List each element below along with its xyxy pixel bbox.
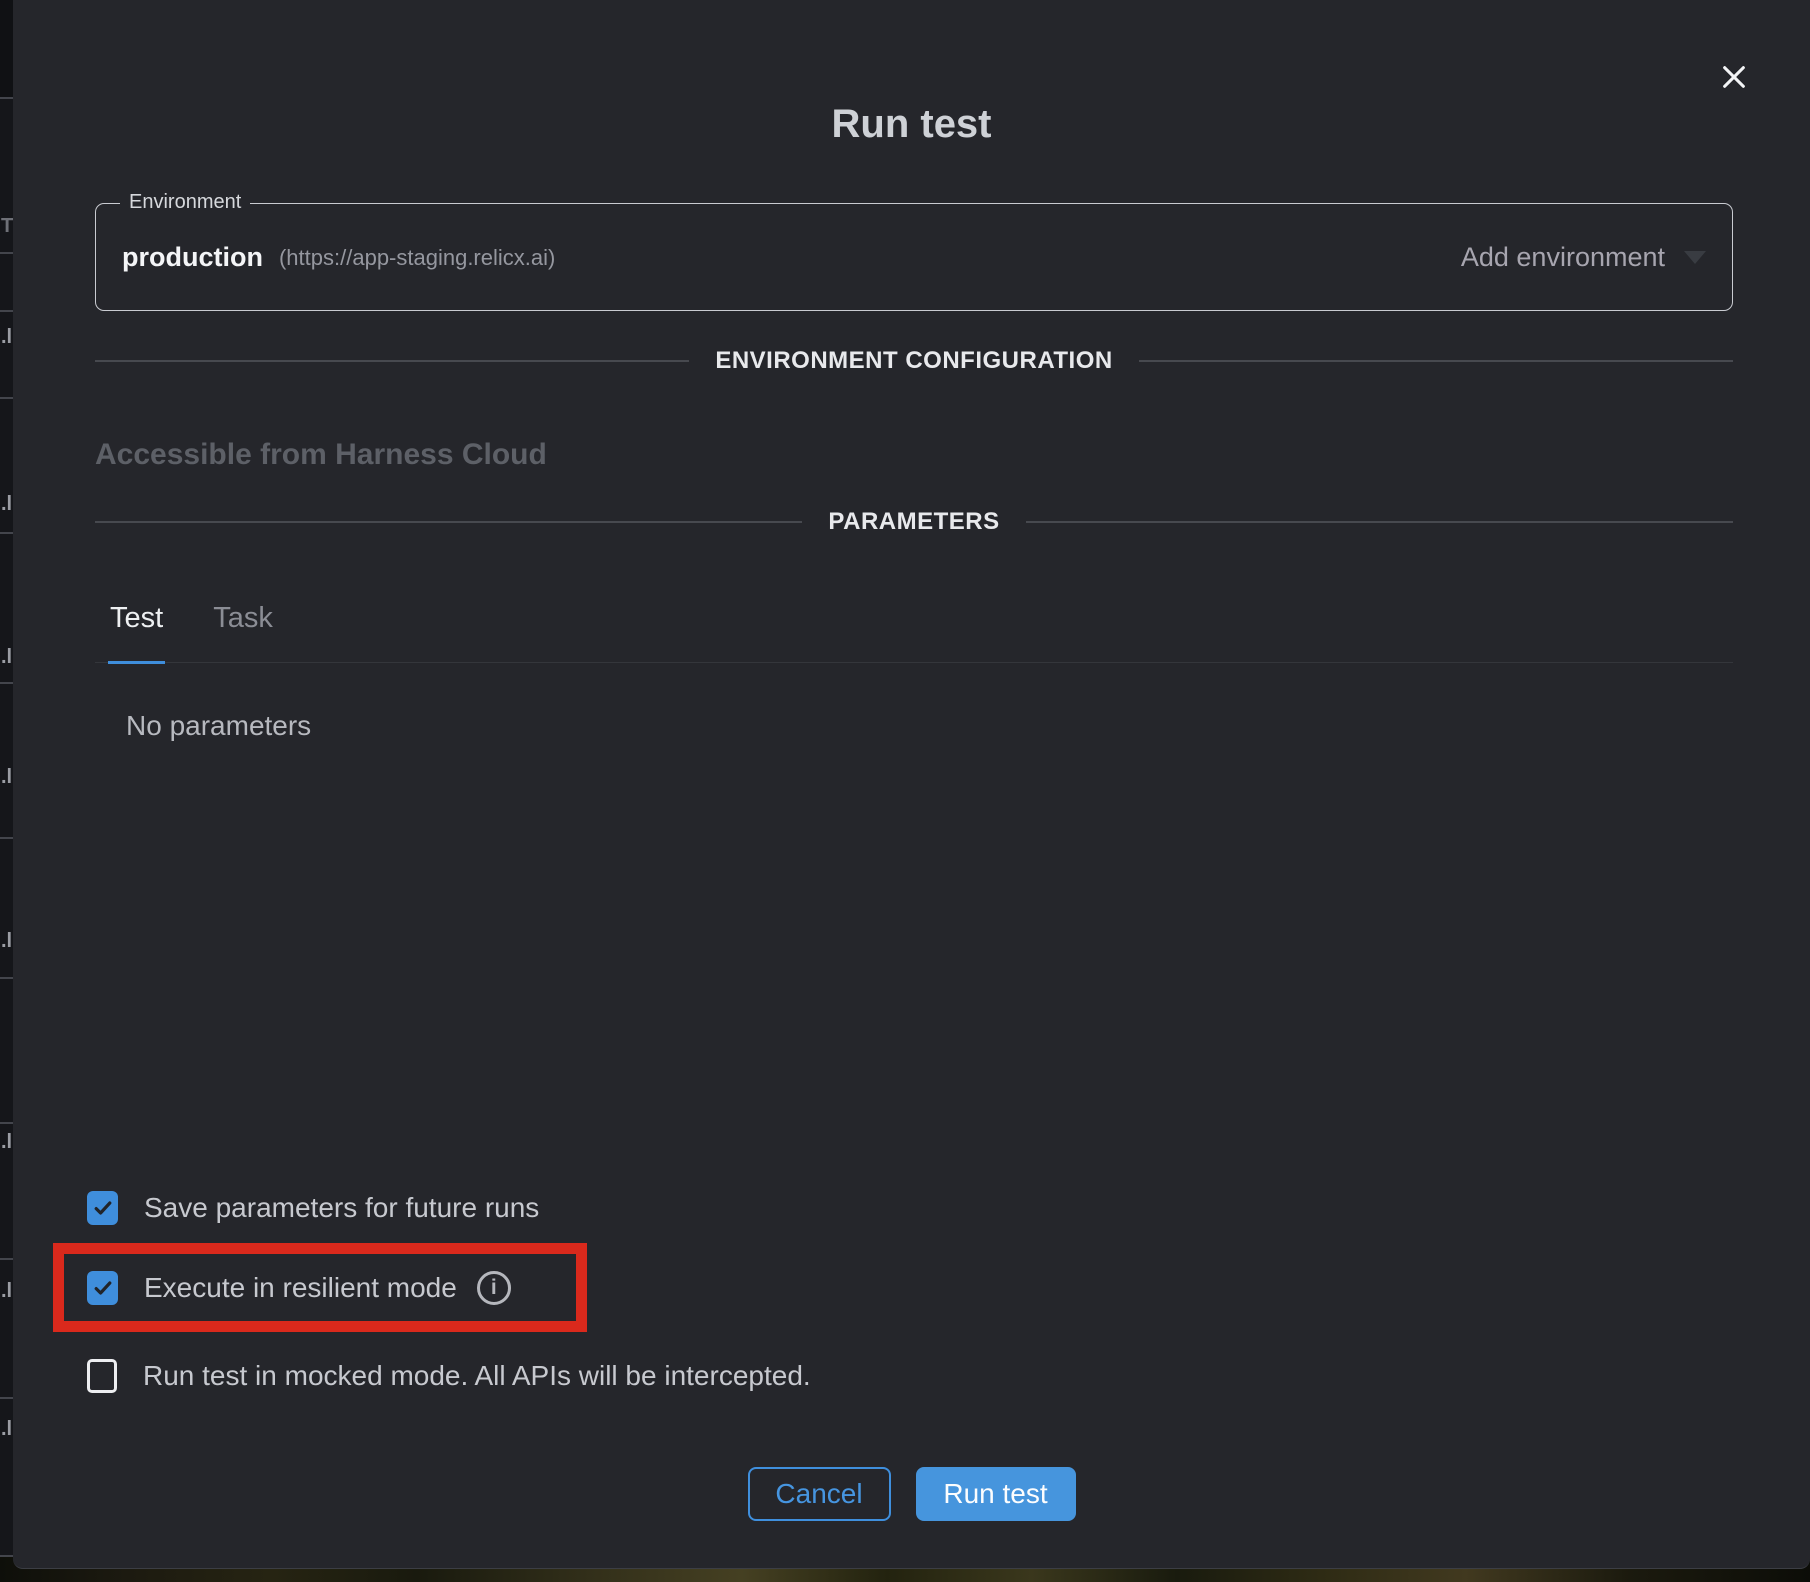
underlay-text-fragment: .l( bbox=[1, 1280, 13, 1303]
tab-task[interactable]: Task bbox=[211, 600, 275, 664]
environment-field-label: Environment bbox=[120, 191, 250, 214]
underlying-page-sliver: T .l( .l( .l( .l( .l( .l( .l( .l( bbox=[0, 0, 13, 1557]
environment-selector[interactable]: Environment production (https://app-stag… bbox=[95, 203, 1733, 311]
red-highlight-annotation: Execute in resilient mode i bbox=[53, 1243, 587, 1332]
underlay-divider bbox=[0, 837, 13, 839]
add-environment-label: Add environment bbox=[1461, 242, 1665, 273]
dialog-actions: Cancel Run test bbox=[13, 1467, 1810, 1521]
checkbox-checked[interactable] bbox=[87, 1271, 118, 1305]
divider-line bbox=[1026, 521, 1733, 523]
section-title: ENVIRONMENT CONFIGURATION bbox=[715, 347, 1112, 375]
underlay-divider bbox=[0, 310, 13, 312]
underlay-text-fragment: .l( bbox=[1, 493, 13, 516]
chevron-down-icon bbox=[1684, 251, 1706, 264]
option-mocked-mode[interactable]: Run test in mocked mode. All APIs will b… bbox=[87, 1356, 811, 1396]
divider-line bbox=[95, 521, 802, 523]
dialog-title: Run test bbox=[13, 102, 1810, 147]
underlay-divider bbox=[0, 977, 13, 979]
underlay-divider bbox=[0, 682, 13, 684]
underlay-text-fragment: T bbox=[1, 215, 13, 238]
underlay-header-block bbox=[0, 0, 13, 97]
close-icon bbox=[1718, 61, 1750, 93]
tab-test[interactable]: Test bbox=[108, 600, 165, 664]
underlay-text-fragment: .l( bbox=[1, 326, 13, 349]
parameters-tabs: Test Task bbox=[95, 600, 1733, 663]
screen: T .l( .l( .l( .l( .l( .l( .l( .l( Run te… bbox=[0, 0, 1810, 1582]
checkmark-icon bbox=[91, 1196, 115, 1220]
run-test-dialog: Run test Environment production (https:/… bbox=[13, 0, 1810, 1569]
section-parameters: PARAMETERS bbox=[95, 508, 1733, 536]
underlay-divider bbox=[0, 397, 13, 399]
option-label: Execute in resilient mode bbox=[144, 1272, 457, 1304]
underlay-divider bbox=[0, 1555, 13, 1557]
underlay-text-fragment: .l( bbox=[1, 646, 13, 669]
environment-url: (https://app-staging.relicx.ai) bbox=[279, 243, 555, 271]
underlay-text-fragment: .l( bbox=[1, 1418, 13, 1441]
cancel-button[interactable]: Cancel bbox=[748, 1467, 891, 1521]
underlay-divider bbox=[0, 1258, 13, 1260]
close-button[interactable] bbox=[1714, 57, 1754, 97]
checkmark-icon bbox=[91, 1276, 115, 1300]
underlay-divider bbox=[0, 1397, 13, 1399]
info-icon[interactable]: i bbox=[477, 1271, 511, 1305]
underlay-divider bbox=[0, 1122, 13, 1124]
checkbox-unchecked[interactable] bbox=[87, 1359, 117, 1393]
divider-line bbox=[1139, 360, 1733, 362]
accessible-note: Accessible from Harness Cloud bbox=[95, 438, 547, 472]
option-label: Save parameters for future runs bbox=[144, 1192, 539, 1224]
section-environment-configuration: ENVIRONMENT CONFIGURATION bbox=[95, 347, 1733, 375]
underlay-divider bbox=[0, 97, 13, 99]
underlay-text-fragment: .l( bbox=[1, 930, 13, 953]
option-save-parameters[interactable]: Save parameters for future runs bbox=[87, 1188, 539, 1228]
environment-row: production (https://app-staging.relicx.a… bbox=[96, 204, 1732, 310]
option-resilient-mode[interactable]: Execute in resilient mode i bbox=[64, 1254, 576, 1321]
environment-name: production bbox=[122, 242, 263, 273]
underlay-divider bbox=[0, 252, 13, 254]
section-title: PARAMETERS bbox=[828, 508, 999, 536]
underlay-divider bbox=[0, 532, 13, 534]
divider-line bbox=[95, 360, 689, 362]
underlay-text-fragment: .l( bbox=[1, 766, 13, 789]
run-test-button[interactable]: Run test bbox=[916, 1467, 1076, 1521]
no-parameters-text: No parameters bbox=[126, 710, 311, 742]
add-environment-dropdown[interactable]: Add environment bbox=[1461, 242, 1706, 273]
underlay-text-fragment: .l( bbox=[1, 1131, 13, 1154]
option-label: Run test in mocked mode. All APIs will b… bbox=[143, 1360, 811, 1392]
checkbox-checked[interactable] bbox=[87, 1191, 118, 1225]
